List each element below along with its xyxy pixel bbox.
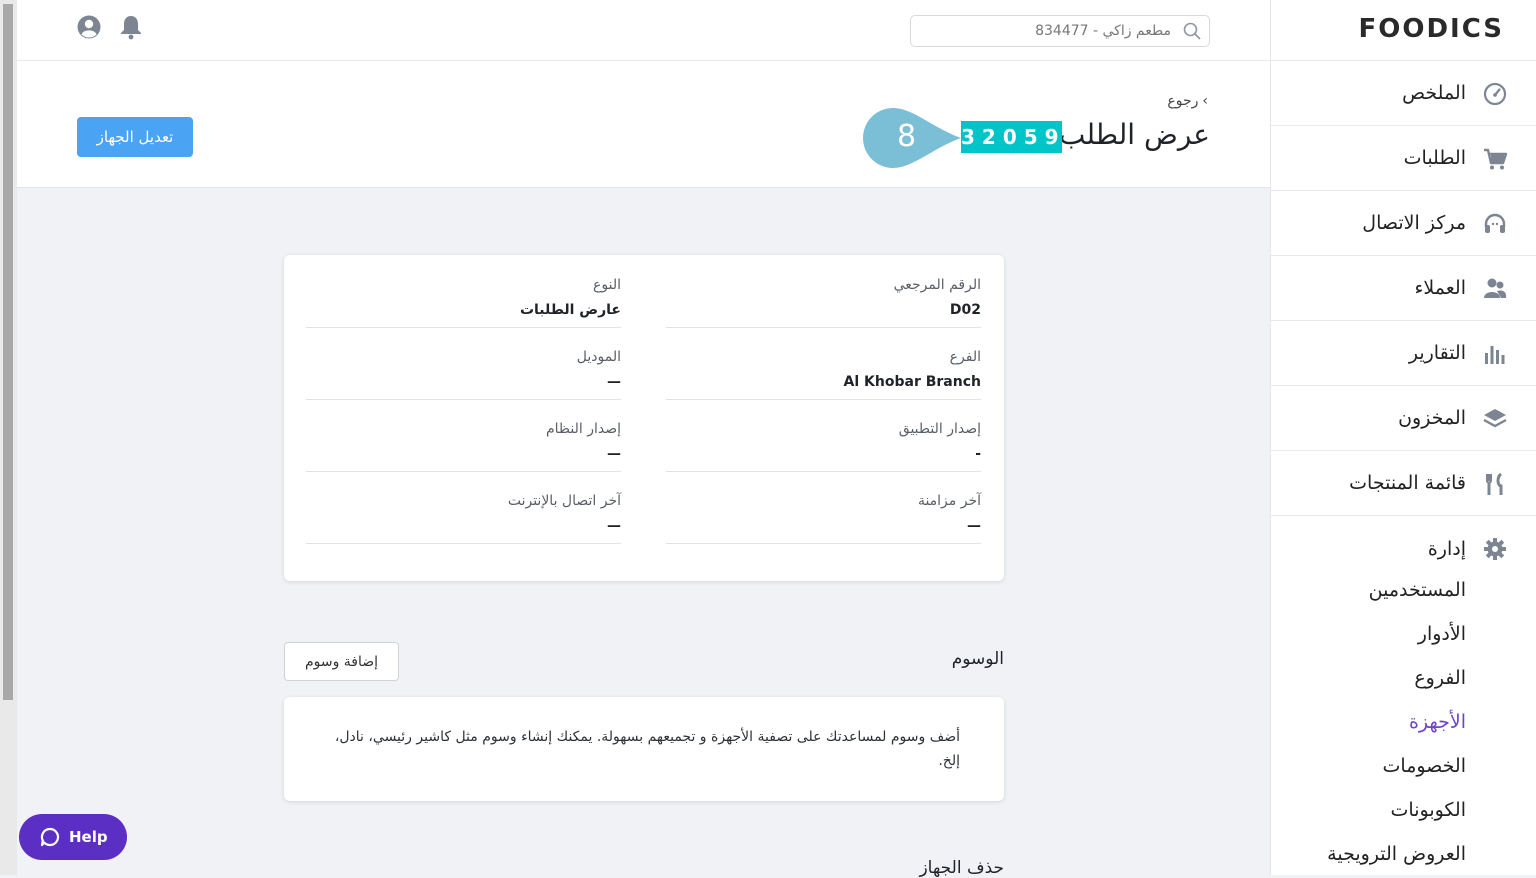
field-last-online: آخر اتصال بالإنترنت — (306, 471, 621, 544)
edit-device-button[interactable]: تعديل الجهاز (77, 117, 193, 157)
search-icon (1183, 22, 1201, 40)
field-value: — (607, 446, 621, 462)
field-label: الموديل (576, 349, 621, 365)
page-title: عرض الطلب (1059, 118, 1210, 151)
sidebar-subitem-label: العروض الترويجية (1327, 843, 1466, 865)
sidebar-subitem-label: الفروع (1414, 667, 1466, 689)
field-label: إصدار النظام (545, 421, 621, 437)
field-label: آخر اتصال بالإنترنت (507, 493, 621, 509)
foodics-logo[interactable]: FOODICS (1358, 14, 1504, 44)
field-value: D02 (949, 302, 981, 318)
sidebar-subitem-branches[interactable]: الفروع (1271, 658, 1536, 702)
tags-card: أضف وسوم لمساعدتك على تصفية الأجهزة و تج… (284, 697, 1004, 801)
sidebar-subitem-discounts[interactable]: الخصومات (1271, 746, 1536, 790)
sidebar-item-call-center[interactable]: مركز الاتصال (1271, 191, 1536, 256)
add-tags-button[interactable]: إضافة وسوم (284, 642, 399, 681)
search-input[interactable] (919, 20, 1173, 42)
sidebar-subitem-users[interactable]: المستخدمين (1271, 570, 1536, 614)
field-model: الموديل — (306, 327, 621, 400)
back-link-label: رجوع (1167, 93, 1199, 109)
sidebar-item-label: الطلبات (1403, 147, 1466, 169)
tags-description: أضف وسوم لمساعدتك على تصفية الأجهزة و تج… (334, 729, 960, 769)
sidebar-item-label: العملاء (1414, 277, 1467, 299)
chevron-right-icon: › (1202, 93, 1208, 109)
help-button[interactable]: Help (19, 814, 127, 860)
field-label: إصدار التطبيق (898, 421, 981, 437)
bell-icon[interactable] (118, 14, 144, 40)
order-number-badge: 32059 (961, 121, 1062, 153)
tags-section-title: الوسوم (951, 649, 1004, 669)
sidebar-subitem-label: الأدوار (1417, 623, 1466, 645)
page-header: › رجوع عرض الطلب 8 32059 تعديل الجهاز (17, 61, 1270, 188)
cart-icon (1484, 148, 1508, 170)
customers-icon (1484, 278, 1507, 298)
sidebar-item-orders[interactable]: الطلبات (1271, 126, 1536, 191)
sidebar-subitem-label: الخصومات (1382, 755, 1466, 777)
device-details-card: الرقم المرجعي D02 النوع عارض الطلبات الف… (284, 255, 1004, 581)
sidebar-item-reports[interactable]: التقارير (1271, 321, 1536, 386)
sidebar-item-customers[interactable]: العملاء (1271, 256, 1536, 321)
field-value: — (967, 518, 981, 534)
search-box[interactable] (910, 15, 1210, 47)
sidebar-item-label: المخزون (1398, 407, 1466, 429)
sidebar: FOODICS الملخص الطلبات مركز الاتصال العم… (1270, 0, 1536, 875)
sidebar-item-label: مركز الاتصال (1362, 212, 1466, 234)
field-last-sync: آخر مزامنة — (666, 471, 981, 544)
sidebar-item-dashboard[interactable]: الملخص (1271, 61, 1536, 126)
menu-icon (1486, 472, 1503, 495)
field-value: عارض الطلبات (519, 302, 621, 318)
sidebar-subitem-label: الأجهزة (1408, 711, 1466, 733)
sidebar-subitem-label: المستخدمين (1368, 579, 1466, 601)
headset-icon (1484, 213, 1506, 233)
chat-bubble-icon (40, 827, 60, 847)
top-header (17, 0, 1270, 61)
sidebar-subitem-devices[interactable]: الأجهزة (1271, 702, 1536, 746)
sidebar-item-label: الملخص (1402, 82, 1466, 104)
dashboard-icon (1483, 82, 1507, 106)
field-value: — (607, 518, 621, 534)
field-branch: الفرع Al Khobar Branch (666, 327, 981, 400)
sidebar-subitem-coupons[interactable]: الكوبونات (1271, 790, 1536, 834)
field-label: النوع (593, 277, 621, 293)
field-type: النوع عارض الطلبات (306, 255, 621, 328)
sidebar-subitem-roles[interactable]: الأدوار (1271, 614, 1536, 658)
logo-area: FOODICS (1271, 0, 1536, 61)
step-marker-number: 8 (897, 119, 917, 154)
page-scrollbar[interactable] (0, 0, 17, 875)
field-app-version: إصدار التطبيق - (666, 399, 981, 472)
field-label: الفرع (949, 349, 981, 365)
reports-icon (1485, 346, 1505, 364)
sidebar-item-menu[interactable]: قائمة المنتجات (1271, 451, 1536, 516)
sidebar-item-label: التقارير (1408, 342, 1466, 364)
field-value: — (607, 374, 621, 390)
field-label: الرقم المرجعي (893, 277, 981, 293)
sidebar-item-label: قائمة المنتجات (1349, 472, 1466, 494)
help-label: Help (69, 828, 108, 846)
user-account-icon[interactable] (76, 14, 102, 40)
field-os-version: إصدار النظام — (306, 399, 621, 472)
sidebar-section-admin[interactable]: إدارة (1271, 516, 1536, 570)
back-link[interactable]: › رجوع (1167, 93, 1208, 109)
delete-section-title: حذف الجهاز (919, 858, 1004, 878)
sidebar-item-inventory[interactable]: المخزون (1271, 386, 1536, 451)
field-label: آخر مزامنة (917, 493, 981, 509)
sidebar-item-label: إدارة (1427, 538, 1466, 560)
page-scrollbar-thumb[interactable] (3, 4, 13, 700)
field-value: - (975, 446, 981, 462)
gear-icon (1484, 538, 1506, 560)
sidebar-subitem-promotions[interactable]: العروض الترويجية (1271, 834, 1536, 878)
sidebar-subitem-label: الكوبونات (1390, 799, 1466, 821)
field-reference: الرقم المرجعي D02 (666, 255, 981, 328)
inventory-icon (1483, 409, 1507, 428)
field-value: Al Khobar Branch (843, 374, 981, 390)
